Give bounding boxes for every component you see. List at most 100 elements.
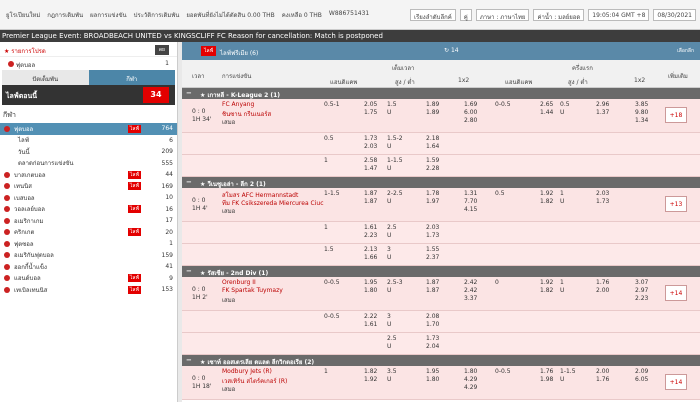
ou-over-odd[interactable]: 1.73 xyxy=(426,335,439,342)
top-link[interactable]: ยอดพันที่ยังไม่ได้ตัดสิน 0.00 THB xyxy=(186,10,274,20)
half-odd-home[interactable]: 2.09 xyxy=(635,368,648,375)
odd-home[interactable]: 1.80 xyxy=(464,368,477,375)
hdp-away-odd[interactable]: 2.03 xyxy=(364,143,377,150)
league-header[interactable]: − ★ เซาท์ ออสเตรเลีย ดแลต ลีกวิกตอเรีย (2… xyxy=(182,355,700,366)
ou-over-odd[interactable]: 2.08 xyxy=(426,313,439,320)
half-ou-under[interactable]: 1.73 xyxy=(596,198,609,205)
half-ou-under[interactable]: 2.00 xyxy=(596,287,609,294)
half-hdp-home[interactable]: 1.76 xyxy=(540,368,553,375)
hdp-away-odd[interactable]: 1.61 xyxy=(364,321,377,328)
live-toggle-button[interactable]: ไลฟ์ xyxy=(201,46,217,56)
sport-item[interactable]: วันนี้ 209 xyxy=(0,146,177,158)
top-select[interactable]: เรียงลำดับลีกค์ xyxy=(410,9,456,21)
more-markets-button[interactable]: +14 xyxy=(665,374,687,390)
sport-item[interactable]: แฮนด์บอล ไลฟ์ 9 xyxy=(0,273,177,285)
odd-home[interactable]: 1.69 xyxy=(464,101,477,108)
top-select[interactable]: ภาษา : ภาษาไทย xyxy=(475,9,530,21)
sport-item[interactable]: ฮอกกี้น้ำแข็ง 41 xyxy=(0,261,177,273)
more-markets-button[interactable]: +14 xyxy=(665,285,687,301)
top-link[interactable]: ยูโรเปียนใหม่ xyxy=(6,10,40,20)
sport-item[interactable]: คริกเกต ไลฟ์ 20 xyxy=(0,227,177,239)
hdp-away-odd[interactable]: 1.47 xyxy=(364,165,377,172)
hdp-home-odd[interactable]: 1.73 xyxy=(364,135,377,142)
sport-item[interactable]: ฟุตซอล 1 xyxy=(0,238,177,250)
half-hdp-away[interactable]: 1.98 xyxy=(540,376,553,383)
sport-item[interactable]: อเมริกันฟุตบอล 159 xyxy=(0,250,177,262)
ou-over-odd[interactable]: 1.95 xyxy=(426,368,439,375)
top-select[interactable]: ค่าน้ำ : มลย์ยอด xyxy=(533,9,585,21)
top-link[interactable]: W886751431 xyxy=(329,10,369,20)
ou-under-odd[interactable]: 1.87 xyxy=(426,287,439,294)
hdp-away-odd[interactable]: 1.66 xyxy=(364,254,377,261)
half-odd-home[interactable]: 3.85 xyxy=(635,101,648,108)
hdp-away-odd[interactable]: 1.92 xyxy=(364,376,377,383)
top-select[interactable]: 08/30/2021 xyxy=(653,9,696,21)
top-link[interactable]: ผลการแข่งขัน xyxy=(90,10,127,20)
sport-item[interactable]: เทนนิส ไลฟ์ 169 xyxy=(0,181,177,193)
collapse-icon[interactable]: − xyxy=(186,267,192,275)
ou-under-odd[interactable]: 1.73 xyxy=(426,232,439,239)
top-link[interactable]: ประวัติการเดิมพัน xyxy=(134,10,180,20)
league-header[interactable]: − ★ รัสเซีย - 2nd Div (1) xyxy=(182,266,700,277)
ou-over-odd[interactable]: 2.03 xyxy=(426,224,439,231)
top-select[interactable]: คู่ xyxy=(459,9,472,21)
half-odd-draw[interactable]: 2.23 xyxy=(635,295,648,302)
odd-home[interactable]: 1.31 xyxy=(464,190,477,197)
live-now-button[interactable]: ไลฟ์ตอนนี้ 34 xyxy=(2,85,175,105)
tab-bets[interactable]: ปัตเด็มพัน xyxy=(2,70,89,85)
sport-item[interactable]: เทเบิลเทนนิส ไลฟ์ 153 xyxy=(0,284,177,296)
ou-under-odd[interactable]: 1.64 xyxy=(426,143,439,150)
odd-away[interactable]: 7.70 xyxy=(464,198,477,205)
hdp-home-odd[interactable]: 1.61 xyxy=(364,224,377,231)
ou-under-odd[interactable]: 1.97 xyxy=(426,198,439,205)
half-ou-under[interactable]: 1.76 xyxy=(596,376,609,383)
half-hdp-away[interactable]: 1.44 xyxy=(540,109,553,116)
hdp-home-odd[interactable]: 2.58 xyxy=(364,157,377,164)
collapse-icon[interactable]: − xyxy=(186,356,192,364)
odd-away[interactable]: 6.00 xyxy=(464,109,477,116)
half-hdp-home[interactable]: 1.92 xyxy=(540,190,553,197)
top-select[interactable]: 19:05:04 GMT +8 xyxy=(588,9,650,21)
sport-item[interactable]: บาสเกตบอล ไลฟ์ 44 xyxy=(0,169,177,181)
sport-item[interactable]: ฟุตบอล ไลฟ์ 764 xyxy=(0,123,177,135)
league-header[interactable]: − ★ เกาหลี - K-League 2 (1) xyxy=(182,88,700,99)
league-header[interactable]: − ★ วีเนซูเอล่า - ลีก 2 (1) xyxy=(182,177,700,188)
hdp-home-odd[interactable]: 2.22 xyxy=(364,313,377,320)
sport-item[interactable]: อเมริกาเกม 17 xyxy=(0,215,177,227)
half-ou-over[interactable]: 2.03 xyxy=(596,190,609,197)
ou-under-odd[interactable]: 2.04 xyxy=(426,343,439,350)
ou-over-odd[interactable]: 1.87 xyxy=(426,279,439,286)
ou-over-odd[interactable]: 1.55 xyxy=(426,246,439,253)
half-odd-draw[interactable]: 1.34 xyxy=(635,117,648,124)
odd-draw[interactable]: 4.15 xyxy=(464,206,477,213)
half-ou-over[interactable]: 2.96 xyxy=(596,101,609,108)
hdp-away-odd[interactable]: 1.75 xyxy=(364,109,377,116)
sport-item[interactable]: เบสบอล 10 xyxy=(0,192,177,204)
odd-away[interactable]: 4.29 xyxy=(464,376,477,383)
favorite-item[interactable]: ฟุตบอล 1 xyxy=(0,57,177,70)
collapse-icon[interactable]: − xyxy=(186,89,192,97)
half-ou-over[interactable]: 2.00 xyxy=(596,368,609,375)
ou-over-odd[interactable]: 1.89 xyxy=(426,101,439,108)
hdp-away-odd[interactable]: 1.80 xyxy=(364,287,377,294)
hdp-home-odd[interactable]: 1.82 xyxy=(364,368,377,375)
sport-item[interactable]: วอลเลย์บอล ไลฟ์ 16 xyxy=(0,204,177,216)
ou-over-odd[interactable]: 2.18 xyxy=(426,135,439,142)
top-link[interactable]: คงเหลือ 0 THB xyxy=(282,10,322,20)
tab-sports[interactable]: กีฬา xyxy=(88,70,175,85)
favorites-header[interactable]: ★ รายการโปรด ดย xyxy=(0,42,177,57)
hdp-home-odd[interactable]: 2.05 xyxy=(364,101,377,108)
half-odd-away[interactable]: 2.97 xyxy=(635,287,648,294)
more-markets-button[interactable]: +18 xyxy=(665,107,687,123)
odd-home[interactable]: 2.42 xyxy=(464,279,477,286)
hdp-away-odd[interactable]: 2.23 xyxy=(364,232,377,239)
half-odd-home[interactable]: 3.07 xyxy=(635,279,648,286)
half-ou-under[interactable]: 1.37 xyxy=(596,109,609,116)
more-markets-button[interactable]: +13 xyxy=(665,196,687,212)
ou-under-odd[interactable]: 1.89 xyxy=(426,109,439,116)
odd-draw[interactable]: 3.37 xyxy=(464,295,477,302)
ou-under-odd[interactable]: 1.80 xyxy=(426,376,439,383)
half-odd-away[interactable]: 6.05 xyxy=(635,376,648,383)
favorites-dropdown[interactable]: ดย xyxy=(154,45,169,55)
ou-under-odd[interactable]: 1.70 xyxy=(426,321,439,328)
